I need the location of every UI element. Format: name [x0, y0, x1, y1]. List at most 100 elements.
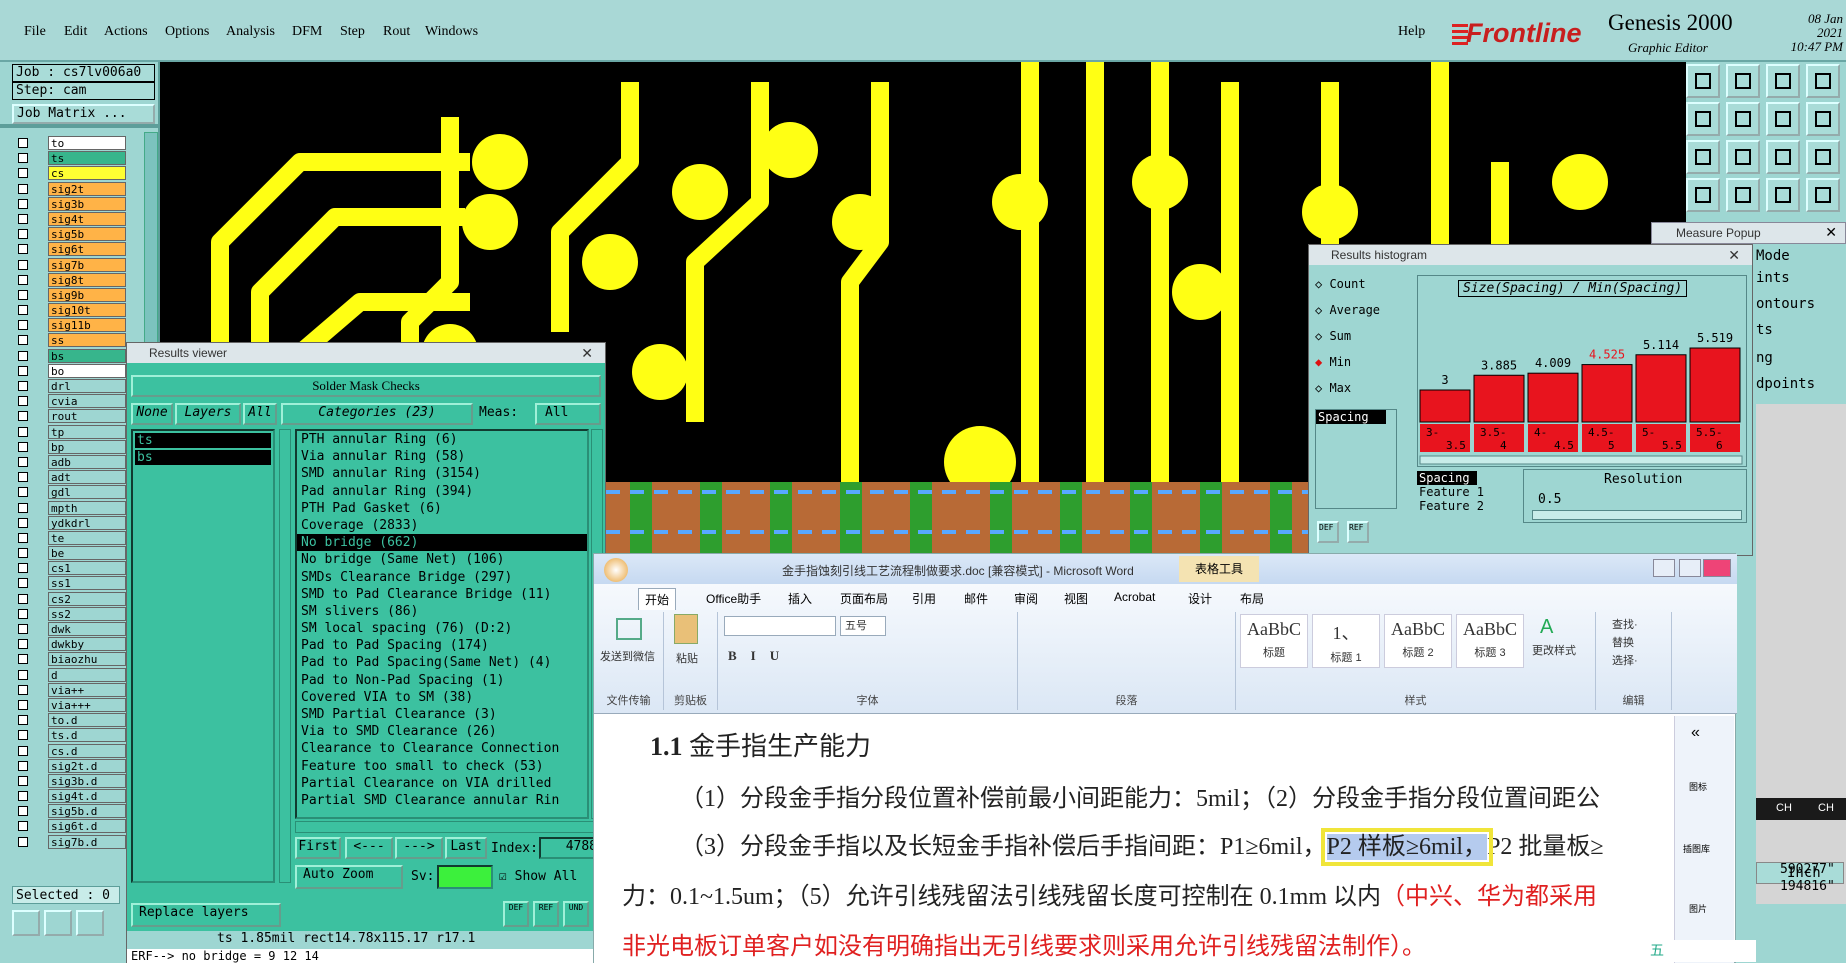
minimize-icon[interactable] — [1653, 559, 1675, 577]
layer-checkbox[interactable] — [18, 745, 28, 756]
layer-name[interactable]: ts — [48, 151, 126, 166]
grid-tool-icon[interactable] — [76, 910, 104, 936]
layer-checkbox[interactable] — [18, 168, 28, 179]
toolbar-button-10[interactable] — [1726, 140, 1760, 174]
layer-checkbox[interactable] — [18, 684, 28, 695]
field-list[interactable]: Spacing — [1315, 409, 1397, 509]
layer-checkbox[interactable] — [18, 244, 28, 255]
toolbar-button-4[interactable] — [1806, 64, 1840, 98]
layer-checkbox[interactable] — [18, 502, 28, 513]
layer-row[interactable]: via++ — [14, 682, 142, 698]
layer-name[interactable]: sig10t — [48, 303, 126, 318]
option-min[interactable]: ◆ Min — [1315, 355, 1351, 369]
layer-row[interactable]: tp — [14, 424, 142, 440]
style-item[interactable]: AaBbC 标题 3 — [1456, 614, 1524, 668]
side-picture-label[interactable]: 图片 — [1689, 902, 1707, 915]
category-item[interactable]: SMD to Pad Clearance Bridge (11) — [297, 586, 587, 603]
category-item[interactable]: Covered VIA to SM (38) — [297, 689, 587, 706]
layer-checkbox[interactable] — [18, 715, 28, 726]
last-button[interactable]: Last — [445, 837, 487, 859]
layer-row[interactable]: sig3b — [14, 196, 142, 212]
tab-page-layout[interactable]: 页面布局 — [840, 590, 888, 607]
next-button[interactable]: ---> — [395, 837, 443, 859]
paste-label[interactable]: 粘贴 — [676, 650, 698, 666]
option-count[interactable]: ◇ Count — [1315, 277, 1366, 291]
layer-row[interactable]: via+++ — [14, 697, 142, 713]
category-item[interactable]: Pad to Pad Spacing (174) — [297, 637, 587, 654]
ime-toolbar[interactable]: 五 — [1646, 940, 1756, 962]
category-item[interactable]: Partial SMD Clearance annular Rin — [297, 792, 587, 809]
font-name-select[interactable] — [724, 616, 836, 636]
office-button-icon[interactable] — [604, 558, 628, 582]
layer-name[interactable]: rout — [48, 409, 126, 424]
style-item[interactable]: AaBbC 标题 — [1240, 614, 1308, 668]
layer-checkbox[interactable] — [18, 563, 28, 574]
layer-row[interactable]: be — [14, 546, 142, 561]
layer-name[interactable]: adb — [48, 454, 126, 469]
und-button[interactable]: UND — [563, 901, 589, 927]
measure-mode[interactable]: Mode — [1756, 248, 1790, 264]
layer-name[interactable]: adt — [48, 470, 126, 485]
layer-checkbox[interactable] — [18, 411, 28, 422]
category-item[interactable]: No bridge (662) — [297, 534, 587, 552]
layer-checkbox[interactable] — [18, 699, 28, 710]
option-max[interactable]: ◇ Max — [1315, 381, 1351, 395]
auto-zoom-select[interactable]: Auto Zoom — [295, 865, 403, 889]
layer-name[interactable]: via+++ — [48, 697, 126, 712]
layers-label-button[interactable]: Layers — [175, 403, 241, 425]
layer-row[interactable]: sig8t — [14, 272, 142, 288]
category-item[interactable]: Feature too small to check (53) — [297, 758, 587, 775]
ime-ch-2[interactable]: CH — [1818, 802, 1834, 814]
layer-checkbox[interactable] — [18, 730, 28, 741]
layer-name[interactable]: sig2t.d — [48, 758, 126, 773]
layer-checkbox[interactable] — [18, 229, 28, 240]
layer-name[interactable]: sig7b.d — [48, 834, 126, 849]
option-average[interactable]: ◇ Average — [1315, 303, 1380, 317]
layer-checkbox[interactable] — [18, 456, 28, 467]
tab-layout[interactable]: 布局 — [1240, 590, 1264, 607]
layer-row[interactable]: drl — [14, 379, 142, 394]
category-item[interactable]: SMD Partial Clearance (3) — [297, 706, 587, 723]
layer-name[interactable]: biaozhu — [48, 652, 126, 667]
toolbar-button-15[interactable] — [1766, 178, 1800, 212]
layer-checkbox[interactable] — [18, 396, 28, 407]
toolbar-button-6[interactable] — [1726, 102, 1760, 136]
layer-checkbox[interactable] — [18, 517, 28, 528]
layer-name[interactable]: sig3b.d — [48, 773, 126, 788]
document-body[interactable]: 1.1 金手指生产能力 （1）分段金手指分段位置补偿前最小间距能力：5mil；（… — [594, 716, 1674, 963]
hist-def-button[interactable]: DEF — [1317, 521, 1339, 543]
layer-checkbox[interactable] — [18, 198, 28, 209]
menu-help[interactable]: Help — [1398, 24, 1425, 40]
toolbar-button-9[interactable] — [1686, 140, 1720, 174]
paste-icon[interactable] — [674, 614, 698, 644]
category-item[interactable]: Pad annular Ring (394) — [297, 483, 587, 500]
category-item[interactable]: Coverage (2833) — [297, 517, 587, 534]
measure-endpoints[interactable]: dpoints — [1756, 376, 1815, 392]
categories-list[interactable]: PTH annular Ring (6) Via annular Ring (58… — [295, 429, 589, 819]
layer-name[interactable]: cs2 — [48, 591, 126, 606]
tab-home[interactable]: 开始 — [638, 588, 677, 610]
layer-row[interactable]: te — [14, 530, 142, 546]
layer-row[interactable]: mpth — [14, 500, 142, 516]
font-size-select[interactable]: 五号 — [840, 616, 886, 636]
layer-name[interactable]: sig2t — [48, 181, 126, 196]
layer-name[interactable]: ts.d — [48, 728, 126, 743]
show-all-checkbox[interactable]: ☑ Show All — [499, 869, 577, 884]
toolbar-button-3[interactable] — [1766, 64, 1800, 98]
toolbar-button-7[interactable] — [1766, 102, 1800, 136]
layer-name[interactable]: ss2 — [48, 606, 126, 621]
side-gallery-label[interactable]: 插图库 — [1683, 842, 1710, 855]
select-tool-icon[interactable] — [12, 910, 40, 936]
layer-checkbox[interactable] — [18, 487, 28, 498]
layer-checkbox[interactable] — [18, 806, 28, 817]
layer-name[interactable]: cvia — [48, 394, 126, 409]
measure-points[interactable]: ints — [1756, 270, 1790, 286]
layer-row[interactable]: cs1 — [14, 561, 142, 576]
layer-checkbox[interactable] — [18, 775, 28, 786]
layer-checkbox[interactable] — [18, 639, 28, 650]
layer-row[interactable]: sig7b — [14, 257, 142, 273]
layer-row[interactable]: biaozhu — [14, 652, 142, 667]
layer-name[interactable]: gdl — [48, 485, 126, 500]
layer-checkbox[interactable] — [18, 608, 28, 619]
category-item[interactable]: PTH Pad Gasket (6) — [297, 500, 587, 517]
